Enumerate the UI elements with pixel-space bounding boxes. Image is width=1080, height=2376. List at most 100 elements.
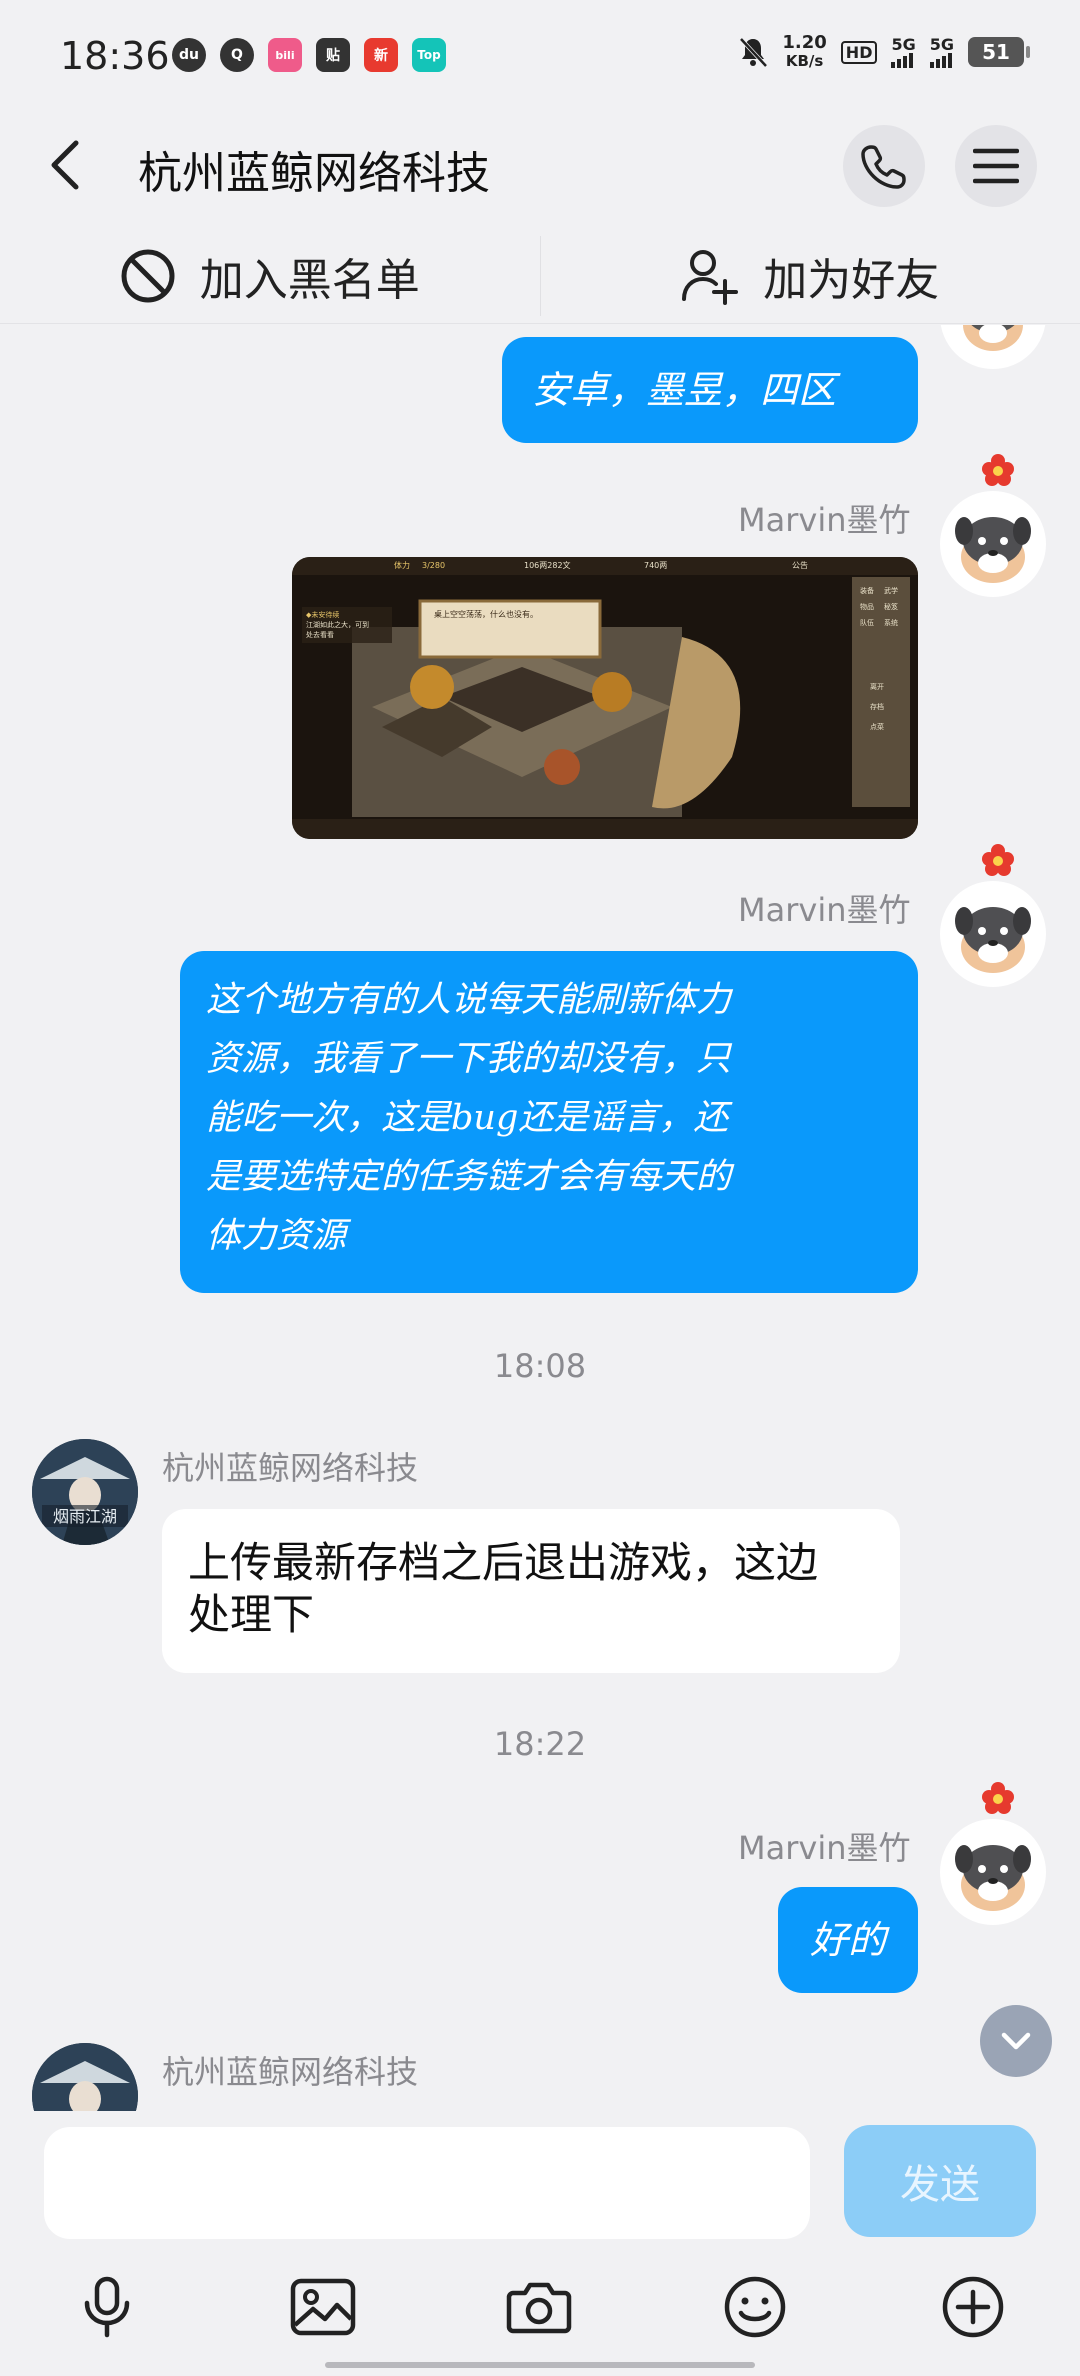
add-user-icon <box>682 249 739 305</box>
status-app-icons: du Q bili 贴 新 Top <box>172 38 446 72</box>
microphone-icon <box>84 2276 130 2338</box>
message-line: 是要选特定的任务链才会有每天的 <box>206 1157 732 1197</box>
sender-name: Marvin墨竹 <box>738 501 911 539</box>
svg-text:处去看看: 处去看看 <box>306 630 334 639</box>
message-list[interactable]: 安卓，墨昱，四区 Marvin墨竹 体力 3/280 106两282文 740两 <box>0 325 1080 2111</box>
image-icon <box>290 2278 356 2336</box>
svg-text:系统: 系统 <box>884 618 898 627</box>
dog-avatar-icon <box>955 517 1031 583</box>
svg-text:106两282文: 106两282文 <box>524 560 571 570</box>
page-title: 杭州蓝鲸网络科技 <box>138 148 490 199</box>
hd-badge: HD <box>840 40 878 64</box>
avatar[interactable]: 烟雨江湖 <box>32 1439 138 1545</box>
avatar[interactable] <box>940 881 1046 987</box>
timestamp: 18:08 <box>493 1347 587 1385</box>
flower-badge-icon <box>982 454 1014 486</box>
svg-text:武学: 武学 <box>884 586 898 595</box>
bottom-toolbar <box>0 2244 1080 2376</box>
svg-text:江湖如此之大，可到: 江湖如此之大，可到 <box>306 620 369 629</box>
menu-icon <box>973 148 1019 184</box>
tieba-icon: 贴 <box>316 38 350 72</box>
avatar[interactable] <box>32 2043 138 2111</box>
chat-header: 杭州蓝鲸网络科技 <box>0 115 1080 215</box>
avatar[interactable] <box>940 1819 1046 1925</box>
input-bar: 发送 <box>0 2111 1080 2241</box>
avatar[interactable] <box>940 491 1046 597</box>
message-line: 资源，我看了一下我的却没有，只 <box>206 1039 732 1079</box>
more-button[interactable] <box>938 2272 1008 2342</box>
svg-text:3/280: 3/280 <box>422 561 445 570</box>
flower-badge-icon <box>982 844 1014 876</box>
svg-text:体力: 体力 <box>394 560 410 570</box>
signal-sim1: 5G <box>891 36 916 68</box>
svg-text:存档: 存档 <box>870 702 884 711</box>
svg-text:740两: 740两 <box>644 561 667 570</box>
svg-text:桌上空空荡荡，什么也没有。: 桌上空空荡荡，什么也没有。 <box>434 609 538 619</box>
chevron-down-icon <box>1001 2032 1031 2050</box>
svg-text:公告: 公告 <box>792 560 808 570</box>
voice-button[interactable] <box>72 2272 142 2342</box>
scroll-to-bottom-button[interactable] <box>980 2005 1052 2077</box>
wuxia-avatar-icon <box>32 2043 138 2111</box>
message-text: 好的 <box>809 1918 886 1962</box>
svg-text:装备: 装备 <box>860 586 874 595</box>
dog-avatar-icon <box>955 1845 1031 1911</box>
svg-text:离开: 离开 <box>870 682 884 691</box>
status-bar: 18:36 du Q bili 贴 新 Top 1.20 KB/s HD 5G 5… <box>0 0 1080 115</box>
q-icon: Q <box>220 38 254 72</box>
svg-text:秘笈: 秘笈 <box>884 602 898 611</box>
back-button[interactable] <box>36 133 100 197</box>
sender-name: Marvin墨竹 <box>738 1829 911 1867</box>
timestamp: 18:22 <box>493 1725 587 1763</box>
sender-name: 杭州蓝鲸网络科技 <box>162 2053 419 2091</box>
message-bubble[interactable]: 安卓，墨昱，四区 <box>502 337 918 443</box>
emoji-button[interactable] <box>720 2272 790 2342</box>
image-message[interactable]: 体力 3/280 106两282文 740两 公告 桌上空空荡荡，什么也没有。 … <box>292 557 918 839</box>
home-indicator[interactable] <box>325 2362 755 2368</box>
status-right: 1.20 KB/s HD 5G 5G 51 <box>738 32 1030 71</box>
message-bubble[interactable]: 好的 <box>778 1887 918 1993</box>
send-button[interactable]: 发送 <box>844 2125 1036 2237</box>
avatar[interactable] <box>940 325 1046 369</box>
camera-icon <box>506 2282 572 2334</box>
svg-text:队伍: 队伍 <box>860 618 874 627</box>
add-friend-label: 加为好友 <box>763 254 940 306</box>
signal-sim2: 5G <box>929 36 954 68</box>
action-bar: 加入黑名单 加为好友 <box>0 228 1080 324</box>
camera-button[interactable] <box>504 2272 574 2342</box>
svg-text:◆未安待续: ◆未安待续 <box>306 610 339 619</box>
blacklist-button[interactable]: 加入黑名单 <box>0 228 540 323</box>
message-line: 处理下 <box>188 1590 315 1639</box>
message-line: 体力资源 <box>206 1216 347 1256</box>
image-button[interactable] <box>288 2272 358 2342</box>
message-input[interactable] <box>44 2127 810 2239</box>
sender-name: 杭州蓝鲸网络科技 <box>162 1449 419 1487</box>
signal-icon <box>891 52 914 68</box>
call-button[interactable] <box>843 125 925 207</box>
news-icon: 新 <box>364 38 398 72</box>
dog-avatar-icon <box>963 325 1023 351</box>
menu-button[interactable] <box>955 125 1037 207</box>
svg-text:物品: 物品 <box>860 602 874 611</box>
message-bubble[interactable]: 这个地方有的人说每天能刷新体力 资源，我看了一下我的却没有，只 能吃一次，这是b… <box>180 951 918 1293</box>
message-text: 安卓，墨昱，四区 <box>532 368 837 412</box>
mute-bell-icon <box>739 37 768 68</box>
svg-text:烟雨江湖: 烟雨江湖 <box>53 1507 117 1526</box>
plus-icon <box>942 2276 1004 2338</box>
emoji-icon <box>724 2276 786 2338</box>
message-line: 能吃一次，这是bug还是谣言，还 <box>206 1098 729 1138</box>
message-bubble[interactable]: 上传最新存档之后退出游戏，这边 处理下 <box>162 1509 900 1673</box>
status-time: 18:36 <box>60 34 170 78</box>
add-friend-button[interactable]: 加为好友 <box>541 228 1080 323</box>
chevron-left-icon <box>51 140 79 190</box>
sender-name: Marvin墨竹 <box>738 891 911 929</box>
signal-icon <box>929 52 952 68</box>
dog-avatar-icon <box>955 907 1031 973</box>
battery-icon: 51 <box>968 37 1030 67</box>
block-icon <box>121 249 175 302</box>
du-icon: du <box>172 38 206 72</box>
phone-icon <box>861 145 906 189</box>
message-line: 这个地方有的人说每天能刷新体力 <box>206 980 732 1020</box>
net-speed: 1.20 KB/s <box>782 32 827 71</box>
top-icon: Top <box>412 38 446 72</box>
